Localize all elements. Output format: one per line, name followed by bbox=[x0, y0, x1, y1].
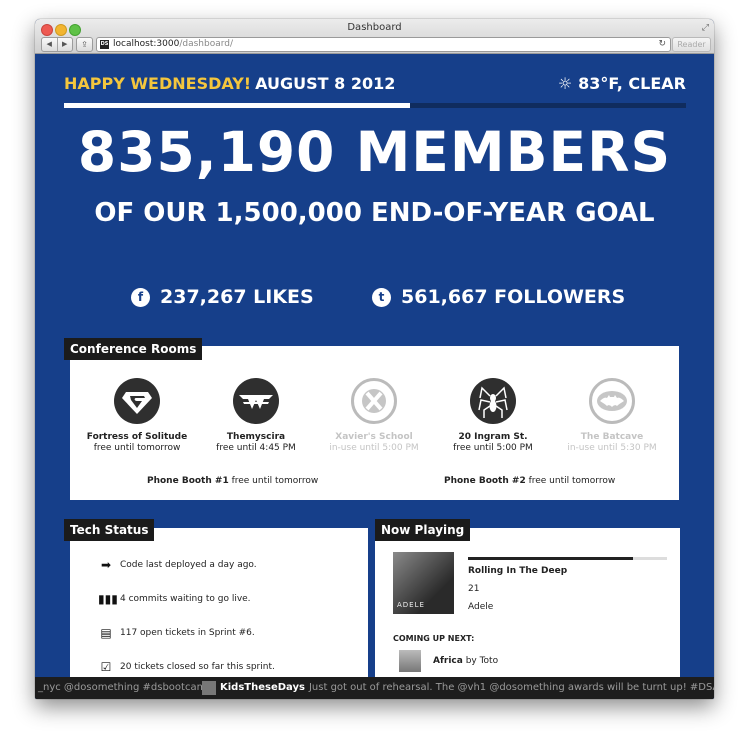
commits-icon: ▮▮▮ bbox=[98, 592, 118, 606]
phone-booth-1: Phone Booth #1 free until tomorrow bbox=[147, 476, 318, 486]
wonder-woman-icon bbox=[233, 378, 279, 424]
phone-booth-2: Phone Booth #2 free until tomorrow bbox=[444, 476, 615, 486]
goal-progress-fill bbox=[64, 103, 411, 108]
next-track-cover bbox=[399, 650, 421, 672]
url-host: localhost:3000 bbox=[113, 39, 180, 49]
tech-status-item: ▤ 117 open tickets in Sprint #6. bbox=[98, 626, 255, 640]
room-the-batcave: The Batcave in-use until 5:30 PM bbox=[552, 378, 672, 454]
conference-rooms-panel: Conference Rooms Fortress of Solitude fr… bbox=[64, 338, 679, 500]
facebook-icon: f bbox=[131, 287, 150, 307]
song-album: 21 bbox=[468, 584, 480, 594]
superman-icon bbox=[114, 378, 160, 424]
now-playing-panel: Now Playing ADELE Rolling In The Deep 21… bbox=[375, 519, 680, 689]
forward-button[interactable]: ▶ bbox=[58, 38, 73, 51]
x-men-icon bbox=[351, 378, 397, 424]
weather-text: 83°F, CLEAR bbox=[578, 74, 686, 93]
sun-icon: ☼ bbox=[557, 74, 573, 93]
up-next-label: COMING UP NEXT: bbox=[393, 634, 475, 643]
tech-status-panel: Tech Status ➡ Code last deployed a day a… bbox=[64, 519, 368, 689]
share-button[interactable]: ⇪ bbox=[76, 37, 93, 52]
album-cover-text: ADELE bbox=[397, 601, 425, 609]
tech-status-text: 117 open tickets in Sprint #6. bbox=[120, 628, 255, 638]
fullscreen-icon[interactable]: ⤢ bbox=[702, 23, 709, 33]
booth-status: free until tomorrow bbox=[528, 476, 616, 486]
facebook-likes: 237,267 LIKES bbox=[160, 286, 314, 308]
room-xaviers-school: Xavier's School in-use until 5:00 PM bbox=[314, 378, 434, 454]
room-name: Themyscira bbox=[226, 432, 286, 442]
song-progress-fill bbox=[468, 557, 634, 560]
next-track-title: Africa bbox=[433, 656, 463, 666]
dashboard-page: HAPPY WEDNESDAY! AUGUST 8 2012 ☼ 83°F, CLE… bbox=[35, 54, 714, 699]
url-text[interactable]: localhost:3000/dashboard/ bbox=[113, 38, 233, 51]
check-icon: ☑ bbox=[100, 660, 112, 674]
next-track: Africa by Toto bbox=[433, 656, 498, 666]
song-title: Rolling In The Deep bbox=[468, 566, 568, 576]
goal-progress-bar bbox=[64, 103, 686, 108]
nav-buttons: ◀ ▶ bbox=[41, 37, 73, 52]
tech-status-label: Tech Status bbox=[64, 519, 155, 541]
room-status: free until 5:00 PM bbox=[453, 443, 533, 453]
tweet-ticker: _nyc @dosomething #dsbootcamp KidsTheseD… bbox=[35, 677, 714, 699]
avatar bbox=[202, 681, 216, 695]
tech-status-text: 4 commits waiting to go live. bbox=[120, 594, 251, 604]
deploy-icon: ➡ bbox=[100, 558, 112, 572]
browser-window: Dashboard ⤢ ◀ ▶ ⇪ DS localhost:3000/dash… bbox=[35, 19, 714, 699]
album-cover: ADELE bbox=[393, 552, 454, 614]
room-20-ingram-st: 20 Ingram St. free until 5:00 PM bbox=[433, 378, 553, 454]
room-status: free until tomorrow bbox=[93, 443, 181, 453]
tweet: KidsTheseDays Just got out of rehearsal.… bbox=[202, 677, 714, 699]
room-fortress-of-solitude: Fortress of Solitude free until tomorrow bbox=[77, 378, 197, 454]
room-status: free until 4:45 PM bbox=[216, 443, 296, 453]
song-artist: Adele bbox=[468, 602, 494, 612]
now-playing-label: Now Playing bbox=[375, 519, 471, 541]
twitter-stat: t 561,667 FOLLOWERS bbox=[372, 284, 625, 310]
tweet-text: _nyc @dosomething #dsbootcamp bbox=[38, 682, 213, 693]
tickets-icon: ▤ bbox=[100, 626, 112, 640]
tweet-handle: KidsTheseDays bbox=[220, 682, 305, 693]
favicon-icon: DS bbox=[100, 40, 109, 49]
room-name: The Batcave bbox=[580, 432, 644, 442]
spider-icon bbox=[470, 378, 516, 424]
reader-button[interactable]: Reader bbox=[672, 37, 711, 52]
members-subline: OF OUR 1,500,000 END-OF-YEAR GOAL bbox=[94, 198, 655, 228]
window-title: Dashboard bbox=[347, 22, 402, 33]
tweet-text: Just got out of rehearsal. The @vh1 @dos… bbox=[308, 682, 714, 693]
booth-name: Phone Booth #1 bbox=[147, 476, 229, 486]
booth-status: free until tomorrow bbox=[231, 476, 319, 486]
address-bar[interactable]: DS localhost:3000/dashboard/ ↻ bbox=[96, 37, 671, 52]
room-name: Xavier's School bbox=[335, 432, 413, 442]
url-path: /dashboard/ bbox=[179, 39, 234, 49]
facebook-stat: f 237,267 LIKES bbox=[131, 284, 314, 310]
tech-status-text: 20 tickets closed so far this sprint. bbox=[120, 662, 275, 672]
booth-name: Phone Booth #2 bbox=[444, 476, 526, 486]
weather: ☼ 83°F, CLEAR bbox=[558, 74, 686, 93]
date-text: AUGUST 8 2012 bbox=[255, 74, 396, 93]
reload-icon[interactable]: ↻ bbox=[658, 38, 666, 51]
room-name: 20 Ingram St. bbox=[458, 432, 528, 442]
tech-status-item: ▮▮▮ 4 commits waiting to go live. bbox=[98, 592, 251, 606]
next-track-artist: by Toto bbox=[465, 656, 499, 666]
twitter-icon: t bbox=[372, 287, 391, 307]
social-stats: f 237,267 LIKES t 561,667 FOLLOWERS bbox=[35, 284, 714, 310]
conference-rooms-label: Conference Rooms bbox=[64, 338, 203, 360]
tech-status-text: Code last deployed a day ago. bbox=[120, 560, 257, 570]
tech-status-item: ➡ Code last deployed a day ago. bbox=[98, 558, 257, 572]
room-themyscira: Themyscira free until 4:45 PM bbox=[196, 378, 316, 454]
room-status: in-use until 5:30 PM bbox=[567, 443, 657, 453]
back-button[interactable]: ◀ bbox=[42, 38, 58, 51]
room-name: Fortress of Solitude bbox=[86, 432, 188, 442]
song-progress-bar bbox=[468, 557, 667, 560]
bat-icon bbox=[589, 378, 635, 424]
room-status: in-use until 5:00 PM bbox=[329, 443, 419, 453]
greeting-text: HAPPY WEDNESDAY! bbox=[64, 74, 252, 93]
members-headline: 835,190 MEMBERS bbox=[77, 120, 672, 184]
greeting: HAPPY WEDNESDAY! AUGUST 8 2012 bbox=[64, 74, 395, 93]
twitter-followers: 561,667 FOLLOWERS bbox=[401, 286, 626, 308]
browser-toolbar: Dashboard ⤢ ◀ ▶ ⇪ DS localhost:3000/dash… bbox=[35, 19, 714, 54]
tech-status-item: ☑ 20 tickets closed so far this sprint. bbox=[98, 660, 275, 674]
